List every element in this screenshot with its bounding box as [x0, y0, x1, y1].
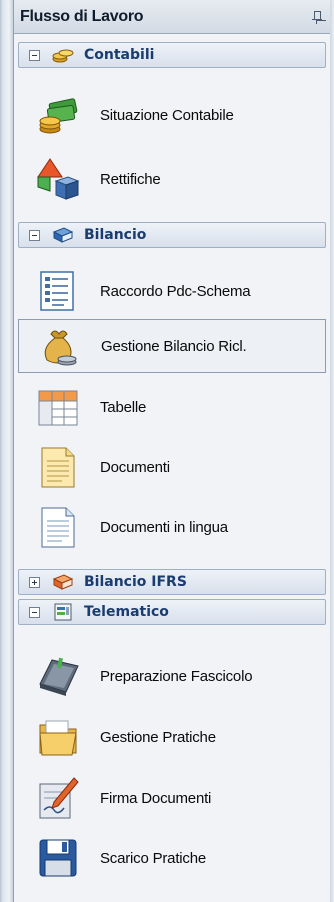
collapse-icon[interactable]: [29, 49, 40, 61]
group-label-bilancio-ifrs: Bilancio IFRS: [84, 574, 187, 590]
nav-item-firma-documenti[interactable]: Firma Documenti: [18, 771, 326, 825]
coins-icon: [52, 46, 74, 64]
nav-item-gestione-bilancio-ricl[interactable]: Gestione Bilancio Ricl.: [18, 319, 326, 373]
nav-item-label: Gestione Bilancio Ricl.: [101, 337, 247, 355]
nav-item-rettifiche[interactable]: Rettifiche: [18, 152, 326, 206]
workflow-panel: Flusso di Lavoro Contabili Situazione Co…: [13, 0, 330, 902]
nav-item-tabelle[interactable]: Tabelle: [18, 380, 326, 434]
document-icon: [36, 505, 80, 549]
nav-item-documenti-in-lingua[interactable]: Documenti in lingua: [18, 500, 326, 554]
nav-item-raccordo-pdc-schema[interactable]: Raccordo Pdc-Schema: [18, 264, 326, 318]
nav-item-label: Tabelle: [100, 398, 147, 416]
expand-icon[interactable]: [29, 576, 40, 588]
nav-item-label: Documenti in lingua: [100, 518, 228, 536]
nav-item-label: Rettifiche: [100, 170, 161, 188]
collapse-icon[interactable]: [29, 606, 40, 618]
group-label-contabili: Contabili: [84, 47, 155, 63]
nav-item-situazione-contabile[interactable]: Situazione Contabile: [18, 88, 326, 142]
group-header-contabili[interactable]: Contabili: [18, 42, 326, 68]
group-label-bilancio: Bilancio: [84, 227, 147, 243]
telematic-icon: [52, 603, 74, 621]
pin-icon[interactable]: [312, 10, 322, 24]
group-header-telematico[interactable]: Telematico: [18, 599, 326, 625]
shapes-icon: [36, 157, 80, 201]
group-header-bilancio-ifrs[interactable]: Bilancio IFRS: [18, 569, 326, 595]
list-document-icon: [36, 269, 80, 313]
table-icon: [36, 385, 80, 429]
panel-title: Flusso di Lavoro: [20, 7, 144, 25]
nav-item-label: Situazione Contabile: [100, 106, 234, 124]
nav-item-label: Gestione Pratiche: [100, 728, 216, 746]
nav-item-gestione-pratiche[interactable]: Gestione Pratiche: [18, 710, 326, 764]
collapse-icon[interactable]: [29, 229, 40, 241]
folder-icon: [36, 715, 80, 759]
sign-document-icon: [36, 776, 80, 820]
group-label-telematico: Telematico: [84, 604, 169, 620]
nav-item-label: Documenti: [100, 458, 170, 476]
money-stack-icon: [36, 93, 80, 137]
floppy-disk-icon: [36, 836, 80, 880]
group-header-bilancio[interactable]: Bilancio: [18, 222, 326, 248]
ifrs-book-icon: [52, 573, 74, 591]
nav-item-label: Scarico Pratiche: [100, 849, 207, 867]
window-left-border: [0, 0, 13, 902]
nav-item-label: Raccordo Pdc-Schema: [100, 282, 251, 300]
nav-item-scarico-pratiche[interactable]: Scarico Pratiche: [18, 831, 326, 885]
binder-icon: [36, 654, 80, 698]
nav-item-preparazione-fascicolo[interactable]: Preparazione Fascicolo: [18, 649, 326, 703]
money-bag-icon: [37, 324, 81, 368]
nav-item-documenti[interactable]: Documenti: [18, 440, 326, 494]
nav-item-label: Firma Documenti: [100, 789, 212, 807]
panel-header: Flusso di Lavoro: [14, 0, 330, 34]
notepad-icon: [36, 445, 80, 489]
nav-item-label: Preparazione Fascicolo: [100, 667, 253, 685]
book-icon: [52, 226, 74, 244]
